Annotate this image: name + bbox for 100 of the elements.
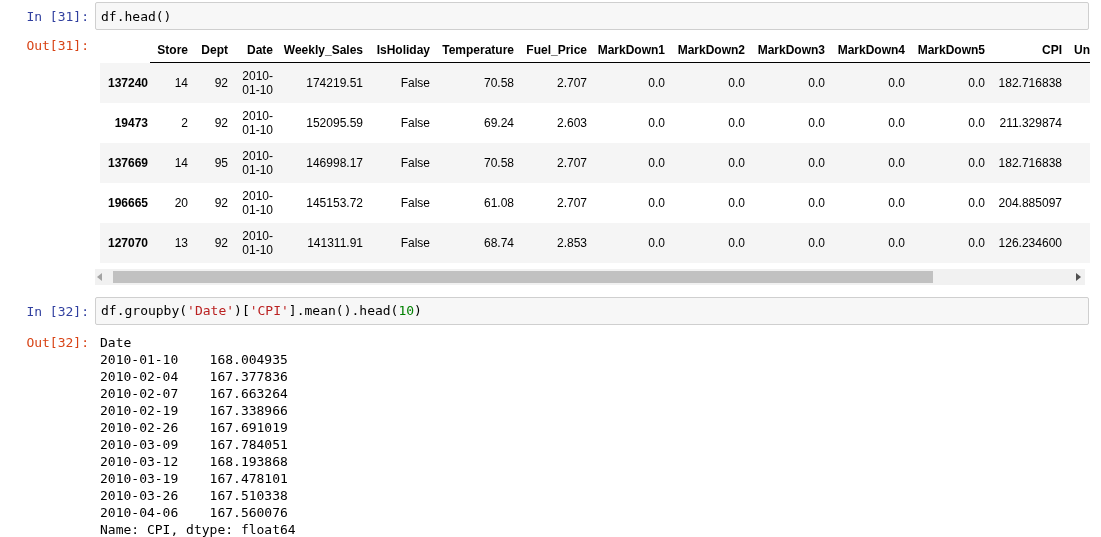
table-cell: 2010-01-10 [230, 102, 275, 143]
column-header: MarkDown4 [827, 37, 907, 63]
table-cell: 141311.91 [275, 222, 365, 263]
column-header: IsHoliday [365, 37, 432, 63]
table-cell: 68.74 [432, 222, 516, 263]
table-cell: 2.707 [516, 182, 589, 223]
row-index: 19473 [100, 102, 150, 143]
table-cell: 0.0 [747, 62, 827, 103]
table-cell: 0.0 [747, 142, 827, 183]
table-cell: 0.0 [827, 102, 907, 143]
table-cell: 70.58 [432, 142, 516, 183]
table-cell: 2010-01-10 [230, 62, 275, 103]
table-cell: 92 [190, 102, 230, 143]
scroll-right-icon[interactable] [1075, 272, 1081, 281]
table-cell: 182.716838 [987, 62, 1064, 103]
column-header: Dept [190, 37, 230, 63]
column-header: Store [150, 37, 190, 63]
table-cell: 2 [150, 102, 190, 143]
table-cell: 95 [190, 142, 230, 183]
table-cell: 211.329874 [987, 102, 1064, 143]
horizontal-scrollbar[interactable] [95, 268, 1085, 285]
table-cell: 204.885097 [987, 182, 1064, 223]
table-cell: False [365, 62, 432, 103]
table-cell: 0.0 [827, 182, 907, 223]
output-line: 2010-03-19 167.478101 [99, 469, 289, 487]
scroll-left-icon[interactable] [97, 272, 103, 281]
table-cell: 0.0 [589, 62, 667, 103]
table-cell: 0.0 [667, 62, 747, 103]
code-input[interactable]: df.groupby('Date')['CPI'].mean().head(10) [95, 296, 1089, 325]
output-line: 2010-03-12 168.193868 [99, 452, 289, 470]
table-cell: 0.0 [589, 102, 667, 143]
table-cell: False [365, 102, 432, 143]
table-cell: 2010-01-10 [230, 182, 275, 223]
table-cell: 0.0 [827, 222, 907, 263]
table-cell: 0.0 [907, 62, 987, 103]
output-line: 2010-04-06 167.560076 [99, 503, 289, 521]
output-prompt: Out[32]: [25, 333, 90, 351]
table-cell: 2010-01-10 [230, 222, 275, 263]
table-cell: 2.707 [516, 62, 589, 103]
output-line: 2010-03-26 167.510338 [99, 486, 289, 504]
output-line: Name: CPI, dtype: float64 [99, 520, 297, 537]
column-header: Temperature [432, 37, 516, 63]
output-line: 2010-02-19 167.338966 [99, 401, 289, 419]
table-cell: False [365, 222, 432, 263]
column-header: Date [230, 37, 275, 63]
table-cell: 20 [150, 182, 190, 223]
code-input[interactable]: df.head() [95, 2, 1089, 30]
table-cell: 152095.59 [275, 102, 365, 143]
table-cell: 0.0 [747, 222, 827, 263]
table-cell: 182.716838 [987, 142, 1064, 183]
table-cell: 14 [150, 142, 190, 183]
row-index: 127070 [100, 222, 150, 263]
scrollbar-thumb[interactable] [113, 270, 933, 283]
table-cell: 2.707 [516, 142, 589, 183]
table-cell: 61.08 [432, 182, 516, 223]
table-cell: 14 [150, 62, 190, 103]
table-cell: 0.0 [907, 102, 987, 143]
table-cell: 0.0 [589, 142, 667, 183]
output-line: 2010-02-07 167.663264 [99, 384, 289, 402]
table-cell: 0.0 [907, 222, 987, 263]
output-line: Date [99, 333, 133, 351]
column-header: MarkDown2 [667, 37, 747, 63]
table-cell: 92 [190, 62, 230, 103]
table-cell: False [365, 142, 432, 183]
table-cell: 0.0 [589, 222, 667, 263]
table-cell: 0.0 [667, 222, 747, 263]
table-cell: 174219.51 [275, 62, 365, 103]
table-cell: 0.0 [747, 102, 827, 143]
table-cell: 0.0 [667, 142, 747, 183]
table-cell: 92 [190, 182, 230, 223]
column-header: Un [1064, 37, 1090, 63]
column-header: CPI [987, 37, 1064, 63]
table-cell: 0.0 [589, 182, 667, 223]
table-cell: 146998.17 [275, 142, 365, 183]
row-index: 196665 [100, 182, 150, 223]
table-cell: 0.0 [827, 62, 907, 103]
output-line: 2010-01-10 168.004935 [99, 350, 289, 368]
table-cell: 0.0 [667, 102, 747, 143]
column-header: MarkDown1 [589, 37, 667, 63]
table-cell: 2010-01-10 [230, 142, 275, 183]
table-cell: 0.0 [907, 182, 987, 223]
input-prompt: In [32]: [25, 302, 90, 320]
table-cell: 0.0 [747, 182, 827, 223]
table-cell: 2.853 [516, 222, 589, 263]
table-cell: 0.0 [907, 142, 987, 183]
column-header: MarkDown5 [907, 37, 987, 63]
output-line: 2010-02-04 167.377836 [99, 367, 289, 385]
table-cell: 0.0 [827, 142, 907, 183]
output-line: 2010-02-26 167.691019 [99, 418, 289, 436]
table-cell: False [365, 182, 432, 223]
table-cell: 126.234600 [987, 222, 1064, 263]
column-header: MarkDown3 [747, 37, 827, 63]
table-cell: 92 [190, 222, 230, 263]
row-index: 137669 [100, 142, 150, 183]
column-header: Fuel_Price [516, 37, 589, 63]
column-header: Weekly_Sales [275, 37, 365, 63]
input-prompt: In [31]: [25, 8, 90, 25]
output-prompt: Out[31]: [25, 37, 90, 54]
table-cell: 69.24 [432, 102, 516, 143]
table-cell: 2.603 [516, 102, 589, 143]
